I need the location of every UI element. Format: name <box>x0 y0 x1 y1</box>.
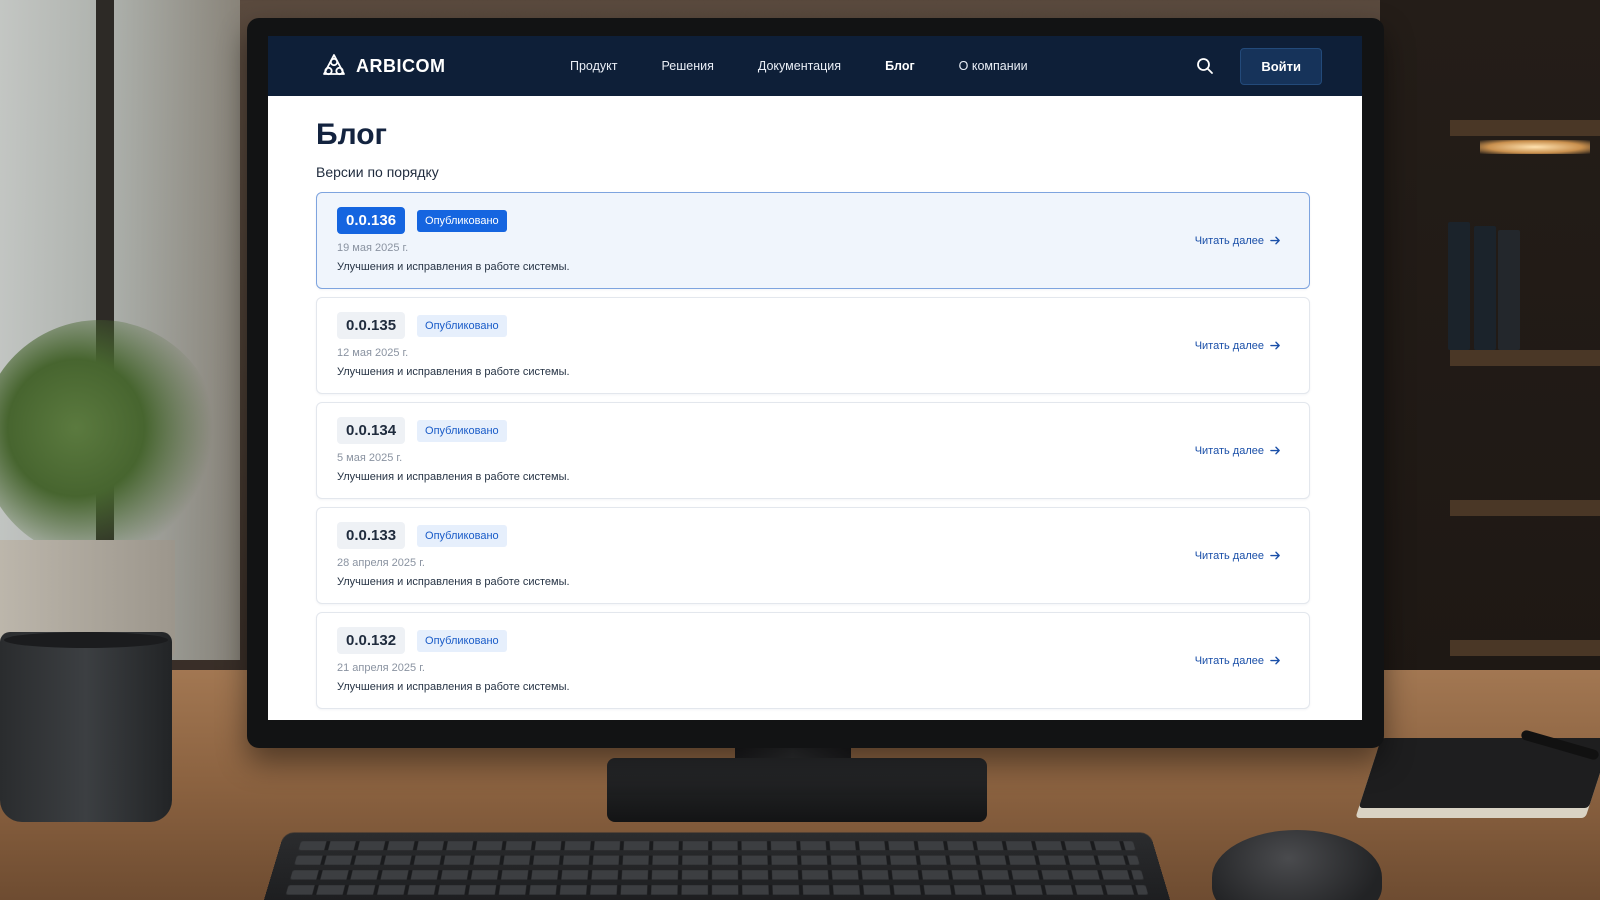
release-card[interactable]: 0.0.134 Опубликовано 5 мая 2025 г. Улучш… <box>316 402 1310 499</box>
arrow-right-icon <box>1270 236 1280 245</box>
release-description: Улучшения и исправления в работе системы… <box>337 471 570 483</box>
version-number: 0.0.134 <box>337 417 406 444</box>
release-date: 21 апреля 2025 г. <box>337 662 425 674</box>
read-more-link[interactable]: Читать далее <box>1195 340 1281 352</box>
mug-rim <box>4 632 168 648</box>
monitor-stand-base <box>607 758 987 822</box>
arrow-right-icon <box>1270 446 1280 455</box>
page-title: Блог <box>316 118 388 151</box>
brand-name: ARBICOM <box>356 55 446 76</box>
page-subtitle: Версии по порядку <box>316 164 439 180</box>
version-number: 0.0.133 <box>337 522 406 549</box>
version-number: 0.0.132 <box>337 627 406 654</box>
release-description: Улучшения и исправления в работе системы… <box>337 261 570 273</box>
release-description: Улучшения и исправления в работе системы… <box>337 366 570 378</box>
release-description: Улучшения и исправления в работе системы… <box>337 681 570 693</box>
read-more-link[interactable]: Читать далее <box>1195 235 1281 247</box>
nav-item-solutions[interactable]: Решения <box>662 59 714 73</box>
bookshelf <box>1380 0 1600 700</box>
arrow-right-icon <box>1270 656 1280 665</box>
site-header: ARBICOM Продукт Решения Документация Бло… <box>268 36 1362 96</box>
read-more-link[interactable]: Читать далее <box>1195 445 1281 457</box>
status-badge: Опубликовано <box>417 524 507 547</box>
release-date: 12 мая 2025 г. <box>337 347 409 359</box>
nav-item-company[interactable]: О компании <box>959 59 1028 73</box>
status-badge: Опубликовано <box>417 209 507 232</box>
nav-item-blog[interactable]: Блог <box>885 59 915 73</box>
read-more-label: Читать далее <box>1194 339 1264 352</box>
status-badge: Опубликовано <box>417 314 507 337</box>
release-card[interactable]: 0.0.135 Опубликовано 12 мая 2025 г. Улуч… <box>316 297 1310 394</box>
coffee-mug <box>0 632 172 822</box>
login-button[interactable]: Войти <box>1240 47 1322 85</box>
status-badge: Опубликовано <box>417 419 507 442</box>
arrow-right-icon <box>1270 341 1280 350</box>
release-card[interactable]: 0.0.132 Опубликовано 21 апреля 2025 г. У… <box>316 612 1310 709</box>
keyboard <box>259 832 1175 900</box>
browser-viewport: ARBICOM Продукт Решения Документация Бло… <box>268 36 1362 720</box>
read-more-label: Читать далее <box>1194 234 1264 247</box>
nav-item-docs[interactable]: Документация <box>758 59 841 73</box>
read-more-label: Читать далее <box>1194 654 1264 667</box>
release-card[interactable]: 0.0.136 Опубликовано 19 мая 2025 г. Улуч… <box>316 192 1310 289</box>
release-date: 28 апреля 2025 г. <box>337 557 425 569</box>
header-actions: Войти <box>1196 47 1322 85</box>
release-date: 19 мая 2025 г. <box>337 242 409 254</box>
version-number: 0.0.135 <box>337 312 406 339</box>
release-card[interactable]: 0.0.133 Опубликовано 28 апреля 2025 г. У… <box>316 507 1310 604</box>
nav-item-product[interactable]: Продукт <box>570 59 618 73</box>
version-number: 0.0.136 <box>337 207 406 234</box>
main-nav: Продукт Решения Документация Блог О комп… <box>570 59 1196 73</box>
release-list: 0.0.136 Опубликовано 19 мая 2025 г. Улуч… <box>316 192 1310 709</box>
read-more-link[interactable]: Читать далее <box>1195 655 1281 667</box>
release-date: 5 мая 2025 г. <box>337 452 403 464</box>
status-badge: Опубликовано <box>417 629 507 652</box>
release-description: Улучшения и исправления в работе системы… <box>337 576 570 588</box>
search-icon[interactable] <box>1196 57 1214 75</box>
arbicom-logo-icon <box>323 54 345 76</box>
main-content: Блог Версии по порядку 0.0.136 Опубликов… <box>268 96 1362 709</box>
read-more-label: Читать далее <box>1194 549 1264 562</box>
read-more-link[interactable]: Читать далее <box>1195 550 1281 562</box>
arrow-right-icon <box>1270 551 1280 560</box>
read-more-label: Читать далее <box>1194 444 1264 457</box>
brand-logo[interactable]: ARBICOM <box>320 52 570 80</box>
